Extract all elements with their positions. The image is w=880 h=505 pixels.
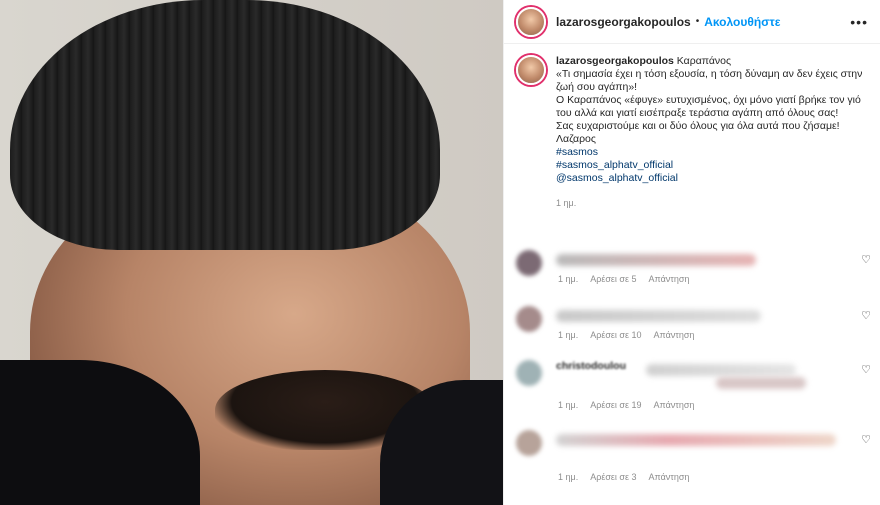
comment-meta: 1 ημ. Αρέσει σε 5 Απάντηση bbox=[558, 274, 699, 284]
reply-button[interactable]: Απάντηση bbox=[649, 472, 690, 482]
blurred-comment-text bbox=[646, 364, 796, 376]
comment-likes[interactable]: Αρέσει σε 3 bbox=[590, 472, 636, 482]
caption-title: Καραπάνος bbox=[676, 55, 732, 67]
comment-meta: 1 ημ. Αρέσει σε 3 Απάντηση bbox=[558, 472, 699, 482]
comment-time[interactable]: 1 ημ. bbox=[558, 330, 578, 340]
caption-line: Ο Καραπάνος «έφυγε» ευτυχισμένος, όχι μό… bbox=[556, 94, 861, 119]
caption-avatar[interactable] bbox=[516, 55, 546, 85]
commenter-avatar[interactable] bbox=[516, 306, 542, 332]
photo-beanie bbox=[10, 0, 440, 250]
reply-button[interactable]: Απάντηση bbox=[654, 400, 695, 410]
blurred-comment-text bbox=[556, 254, 756, 266]
caption-line: «Τι σημασία έχει η τόση εξουσία, η τόση … bbox=[556, 68, 863, 93]
heart-icon[interactable]: ♡ bbox=[861, 363, 871, 376]
caption-line: Λαζαρος bbox=[556, 133, 596, 145]
commenter-avatar[interactable] bbox=[516, 430, 542, 456]
heart-icon[interactable]: ♡ bbox=[861, 309, 871, 322]
post-side-panel: lazarosgeorgakopoulos • Ακολουθήστε ••• … bbox=[503, 0, 880, 505]
blurred-comment-text bbox=[556, 310, 761, 322]
comment-time[interactable]: 1 ημ. bbox=[558, 400, 578, 410]
comment-meta: 1 ημ. Αρέσει σε 19 Απάντηση bbox=[558, 400, 704, 410]
comment-likes[interactable]: Αρέσει σε 10 bbox=[590, 330, 641, 340]
post-photo[interactable] bbox=[0, 0, 503, 505]
caption-username[interactable]: lazarosgeorgakopoulos bbox=[556, 55, 674, 67]
reply-button[interactable]: Απάντηση bbox=[654, 330, 695, 340]
commenter-avatar[interactable] bbox=[516, 250, 542, 276]
follow-button[interactable]: Ακολουθήστε bbox=[704, 15, 780, 29]
comment-time[interactable]: 1 ημ. bbox=[558, 472, 578, 482]
comment-time[interactable]: 1 ημ. bbox=[558, 274, 578, 284]
post-header: lazarosgeorgakopoulos • Ακολουθήστε ••• bbox=[504, 0, 880, 44]
reply-button[interactable]: Απάντηση bbox=[649, 274, 690, 284]
author-username[interactable]: lazarosgeorgakopoulos bbox=[556, 15, 691, 29]
comment-likes[interactable]: Αρέσει σε 5 bbox=[590, 274, 636, 284]
heart-icon[interactable]: ♡ bbox=[861, 433, 871, 446]
blurred-comment-text bbox=[556, 434, 836, 446]
blurred-comment-text bbox=[716, 377, 806, 389]
mention-link[interactable]: @sasmos_alphatv_official bbox=[556, 172, 868, 185]
comment-meta: 1 ημ. Αρέσει σε 10 Απάντηση bbox=[558, 330, 704, 340]
more-options-icon[interactable]: ••• bbox=[850, 14, 868, 30]
commenter-avatar[interactable] bbox=[516, 360, 542, 386]
caption-time[interactable]: 1 ημ. bbox=[556, 197, 868, 210]
comment-likes[interactable]: Αρέσει σε 19 bbox=[590, 400, 641, 410]
post-caption: lazarosgeorgakopoulos Καραπάνος «Τι σημα… bbox=[504, 44, 880, 210]
header-separator: • bbox=[695, 16, 700, 27]
heart-icon[interactable]: ♡ bbox=[861, 253, 871, 266]
hashtag-link[interactable]: #sasmos_alphatv_official bbox=[556, 159, 868, 172]
author-avatar[interactable] bbox=[516, 6, 546, 37]
caption-line: Σας ευχαριστούμε και οι δύο όλους για όλ… bbox=[556, 120, 840, 132]
commenter-username[interactable]: christodoulou bbox=[556, 360, 626, 372]
hashtag-link[interactable]: #sasmos bbox=[556, 146, 868, 159]
caption-body: lazarosgeorgakopoulos Καραπάνος «Τι σημα… bbox=[556, 55, 868, 210]
